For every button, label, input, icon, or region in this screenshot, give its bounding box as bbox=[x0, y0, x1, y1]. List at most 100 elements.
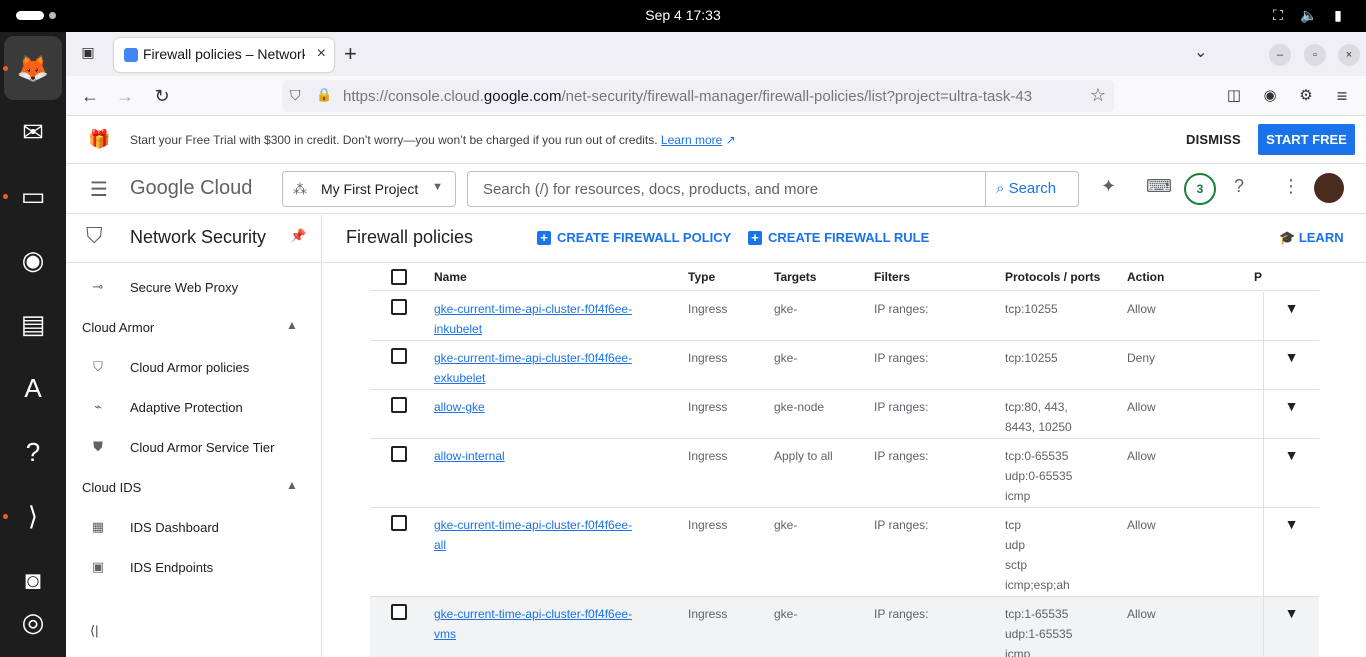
column-header-type[interactable]: Type bbox=[688, 270, 715, 284]
more-vert-icon[interactable]: ⋮ bbox=[1282, 176, 1300, 197]
list-all-tabs-icon[interactable]: ⌄ bbox=[1194, 42, 1207, 62]
rule-name-link[interactable]: gke-current-time-api-cluster-f0f4f6ee-in… bbox=[434, 299, 664, 339]
help-icon[interactable]: ? bbox=[9, 428, 57, 476]
notifications-badge[interactable]: 3 bbox=[1184, 173, 1216, 205]
browser-tab[interactable]: Firewall policies – Network Security – M… bbox=[114, 38, 334, 72]
rule-name-link[interactable]: gke-current-time-api-cluster-f0f4f6ee-vm… bbox=[434, 604, 664, 644]
expand-row-chevron-down-icon[interactable]: ▼ bbox=[1263, 341, 1319, 389]
tracking-protection-icon[interactable]: ⛉ bbox=[290, 87, 301, 104]
firefox-view-icon[interactable]: ▣ bbox=[78, 44, 98, 64]
show-apps-icon[interactable]: ◎ bbox=[9, 598, 57, 646]
sidebar-section-cloud-ids[interactable]: Cloud IDS ▲ bbox=[66, 467, 321, 507]
select-all-checkbox[interactable] bbox=[391, 269, 407, 285]
files-icon[interactable]: ▭ bbox=[9, 172, 57, 220]
sidebar-item-ids-endpoints[interactable]: ▣ IDS Endpoints bbox=[66, 547, 321, 587]
rule-name-link[interactable]: allow-internal bbox=[434, 446, 664, 466]
table-row[interactable]: gke-current-time-api-cluster-f0f4f6ee-vm… bbox=[370, 597, 1319, 657]
forward-icon[interactable]: → bbox=[114, 85, 136, 107]
row-checkbox[interactable] bbox=[391, 299, 407, 315]
learn-button[interactable]: 🎓 LEARN bbox=[1279, 230, 1344, 246]
row-checkbox[interactable] bbox=[391, 348, 407, 364]
column-header-action[interactable]: Action bbox=[1127, 270, 1164, 284]
volume-icon[interactable]: 🔈 bbox=[1300, 7, 1317, 24]
table-row[interactable]: allow-internal Ingress Apply to all IP r… bbox=[370, 439, 1319, 508]
gemini-sparkle-icon[interactable]: ✦ bbox=[1101, 176, 1116, 197]
create-firewall-policy-button[interactable]: + CREATE FIREWALL POLICY bbox=[537, 230, 731, 245]
table-row[interactable]: gke-current-time-api-cluster-f0f4f6ee-ex… bbox=[370, 341, 1319, 390]
expand-row-chevron-down-icon[interactable]: ▼ bbox=[1263, 439, 1319, 507]
dismiss-button[interactable]: DISMISS bbox=[1186, 132, 1241, 147]
pin-icon[interactable]: 📌 bbox=[290, 228, 306, 244]
external-link-icon: ↗ bbox=[725, 133, 736, 147]
learn-more-link[interactable]: Learn more bbox=[661, 133, 722, 147]
rule-filters: IP ranges: bbox=[874, 302, 929, 316]
column-header-targets[interactable]: Targets bbox=[774, 270, 816, 284]
expand-row-chevron-down-icon[interactable]: ▼ bbox=[1263, 390, 1319, 438]
rule-filters: IP ranges: bbox=[874, 351, 929, 365]
create-firewall-rule-button[interactable]: + CREATE FIREWALL RULE bbox=[748, 230, 929, 245]
collapse-sidebar-icon[interactable]: ⟨| bbox=[90, 623, 98, 639]
system-tray[interactable]: ⛶ 🔈 ▮ bbox=[1270, 7, 1346, 24]
libreoffice-writer-icon[interactable]: ▤ bbox=[9, 300, 57, 348]
sidebar-item-cloud-armor-service-tier[interactable]: ⛊ Cloud Armor Service Tier bbox=[66, 427, 321, 467]
column-header-name[interactable]: Name bbox=[434, 270, 467, 284]
expand-row-chevron-down-icon[interactable]: ▼ bbox=[1263, 508, 1319, 596]
back-icon[interactable]: ← bbox=[79, 85, 101, 107]
rule-name-link[interactable]: gke-current-time-api-cluster-f0f4f6ee-al… bbox=[434, 515, 664, 555]
rule-name-link[interactable]: allow-gke bbox=[434, 397, 664, 417]
rule-action: Deny bbox=[1127, 351, 1156, 365]
account-icon[interactable]: ◉ bbox=[1259, 85, 1281, 107]
extensions-icon[interactable]: ⚙ bbox=[1295, 85, 1317, 107]
row-checkbox[interactable] bbox=[391, 515, 407, 531]
column-header-filters[interactable]: Filters bbox=[874, 270, 910, 284]
running-indicator bbox=[3, 514, 8, 519]
lock-icon[interactable]: 🔒 bbox=[316, 87, 332, 103]
search-input[interactable]: Search (/) for resources, docs, products… bbox=[483, 181, 818, 198]
row-checkbox[interactable] bbox=[391, 397, 407, 413]
thunderbird-icon[interactable]: ✉ bbox=[9, 108, 57, 156]
sidebar-item-adaptive-protection[interactable]: ⌁ Adaptive Protection bbox=[66, 387, 321, 427]
battery-icon[interactable]: ▮ bbox=[1330, 7, 1346, 24]
url-bar[interactable]: ⛉ 🔒 https://console.cloud.google.com/net… bbox=[282, 80, 1114, 112]
row-checkbox[interactable] bbox=[391, 604, 407, 620]
close-window-icon[interactable]: × bbox=[1338, 44, 1360, 66]
table-row[interactable]: gke-current-time-api-cluster-f0f4f6ee-al… bbox=[370, 508, 1319, 597]
app-menu-icon[interactable]: ≡ bbox=[1331, 85, 1353, 107]
pocket-icon[interactable]: ◫ bbox=[1223, 85, 1245, 107]
new-tab-icon[interactable]: + bbox=[344, 41, 357, 67]
start-free-button[interactable]: START FREE bbox=[1258, 124, 1355, 155]
screenshot-icon[interactable]: ◙ bbox=[9, 556, 57, 604]
row-checkbox[interactable] bbox=[391, 446, 407, 462]
vscode-icon[interactable]: ⟩ bbox=[9, 492, 57, 540]
search-bar[interactable]: Search (/) for resources, docs, products… bbox=[467, 171, 1079, 207]
avatar[interactable] bbox=[1314, 173, 1344, 203]
expand-row-chevron-down-icon[interactable]: ▼ bbox=[1263, 597, 1319, 657]
rhythmbox-icon[interactable]: ◉ bbox=[9, 236, 57, 284]
tab-close-icon[interactable]: × bbox=[317, 45, 326, 63]
expand-row-chevron-down-icon[interactable]: ▼ bbox=[1263, 292, 1319, 340]
project-picker[interactable]: ⁂ My First Project ▼ bbox=[282, 171, 456, 207]
column-header-protocols-ports[interactable]: Protocols / ports bbox=[1005, 270, 1100, 284]
system-clock[interactable]: Sep 4 17:33 bbox=[0, 7, 1366, 23]
google-cloud-logo[interactable]: Google Cloud bbox=[130, 177, 252, 200]
reload-icon[interactable]: ↻ bbox=[151, 85, 173, 107]
table-row[interactable]: allow-gke Ingress gke-node IP ranges: tc… bbox=[370, 390, 1319, 439]
table-row[interactable]: gke-current-time-api-cluster-f0f4f6ee-in… bbox=[370, 292, 1319, 341]
minimize-icon[interactable]: – bbox=[1269, 44, 1291, 66]
rule-name-link[interactable]: gke-current-time-api-cluster-f0f4f6ee-ex… bbox=[434, 348, 664, 388]
firefox-icon[interactable]: 🦊 bbox=[4, 36, 62, 100]
sidebar-section-cloud-armor[interactable]: Cloud Armor ▲ bbox=[66, 307, 321, 347]
help-icon[interactable]: ? bbox=[1234, 176, 1244, 197]
hamburger-menu-icon[interactable]: ☰ bbox=[90, 177, 108, 202]
sidebar-item-cloud-armor-policies[interactable]: ⛉ Cloud Armor policies bbox=[66, 347, 321, 387]
column-header-priority[interactable]: P bbox=[1254, 270, 1262, 284]
url-text[interactable]: https://console.cloud.google.com/net-sec… bbox=[343, 88, 1055, 105]
sidebar-item-secure-web-proxy[interactable]: ⊸ Secure Web Proxy bbox=[66, 267, 321, 307]
sidebar-item-ids-dashboard[interactable]: ▦ IDS Dashboard bbox=[66, 507, 321, 547]
maximize-icon[interactable]: ▫ bbox=[1304, 44, 1326, 66]
network-icon[interactable]: ⛶ bbox=[1270, 7, 1286, 24]
app-center-icon[interactable]: A bbox=[9, 364, 57, 412]
cloud-shell-icon[interactable]: ⌨ bbox=[1146, 176, 1172, 197]
search-button[interactable]: ⌕ Search bbox=[985, 172, 1078, 206]
bookmark-star-icon[interactable]: ☆ bbox=[1090, 85, 1106, 106]
